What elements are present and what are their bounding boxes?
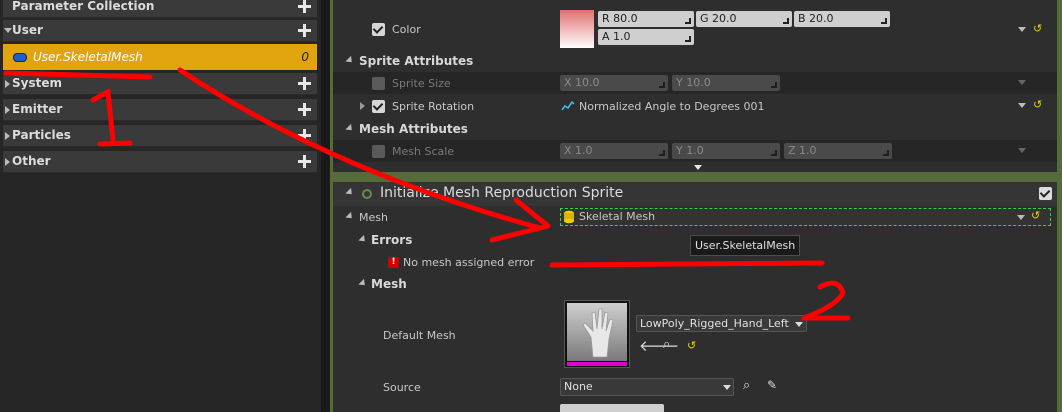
annotation-underline-error	[549, 260, 825, 268]
annotation-number-two-stroke	[801, 280, 851, 321]
annotation-overlay	[3, 67, 851, 321]
annotation-arrow-shaft	[177, 67, 543, 231]
annotation-number-one-stroke	[90, 88, 133, 147]
annotation-underline-user-param	[3, 70, 153, 80]
